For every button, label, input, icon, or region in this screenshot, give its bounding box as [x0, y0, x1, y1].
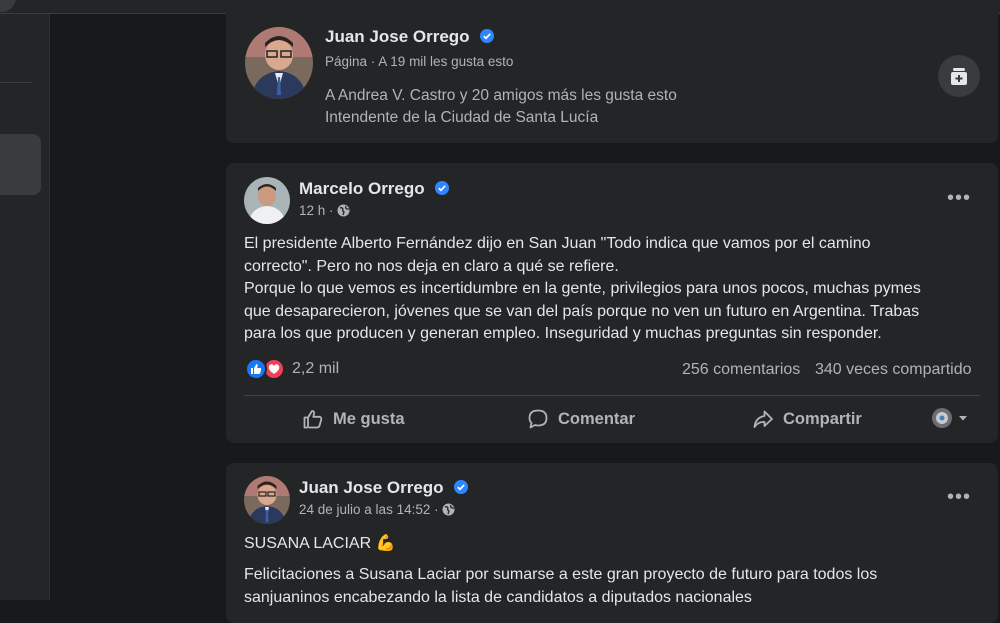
globe-icon [337, 204, 350, 217]
shares-count[interactable]: 340 veces compartido [815, 361, 972, 379]
chevron-down-icon [959, 416, 967, 421]
post-options-button[interactable]: ••• [941, 479, 977, 515]
add-bookmark-button[interactable] [938, 55, 980, 97]
sidebar-selected-item[interactable] [0, 134, 41, 195]
verified-badge-icon [480, 29, 495, 43]
post-author[interactable]: Juan Jose Orrego [299, 478, 469, 498]
author-avatar[interactable] [244, 476, 290, 524]
page-name[interactable]: Juan Jose Orrego [325, 27, 495, 47]
globe-icon [442, 503, 455, 516]
verified-badge-icon [454, 480, 469, 494]
post-text-line: Felicitaciones a Susana Laciar por sumar… [244, 566, 878, 583]
share-button[interactable]: Compartir [752, 408, 862, 430]
sidebar-divider [0, 82, 32, 83]
add-bookmark-icon [951, 68, 967, 85]
post-card: Juan Jose Orrego 24 de julio a las 14:52… [226, 463, 998, 623]
page-role-text: Intendente de la Ciudad de Santa Lucía [325, 109, 599, 126]
post-text: Felicitaciones a Susana Laciar por sumar… [244, 564, 877, 609]
post-text-line: para los que producen y generan empleo. … [244, 325, 882, 343]
post-text-line: correcto". Pero no nos deja en claro a q… [244, 257, 619, 275]
comments-count[interactable]: 256 comentarios [682, 361, 800, 379]
post-text-line: sanjuaninos encabezando la lista de cand… [244, 588, 752, 606]
nav-button[interactable] [0, 0, 16, 12]
post-text-line: que desaparecieron, jóvenes que se van d… [244, 302, 920, 320]
page-info-card: Juan Jose Orrego Página · A 19 mil les g… [226, 0, 998, 143]
like-icon [303, 410, 323, 429]
post-text-line: El presidente Alberto Fernández dijo en … [244, 235, 871, 252]
verified-badge-icon [435, 181, 450, 195]
post-text: El presidente Alberto Fernández dijo en … [244, 233, 921, 346]
comment-label[interactable]: Comentar [558, 410, 635, 429]
post-author-text[interactable]: Juan Jose Orrego [299, 478, 444, 497]
author-avatar[interactable] [244, 177, 290, 224]
profile-avatar-icon [932, 408, 952, 428]
react-as-selector[interactable] [931, 407, 969, 429]
post-timestamp[interactable]: 12 h · [299, 203, 350, 218]
page-avatar[interactable] [245, 27, 313, 99]
post-timestamp[interactable]: 24 de julio a las 14:52 · [299, 502, 455, 517]
post-options-button[interactable]: ••• [941, 180, 977, 216]
comment-icon [528, 409, 548, 429]
page-name-text[interactable]: Juan Jose Orrego [325, 27, 470, 46]
post-author[interactable]: Marcelo Orrego [299, 179, 450, 199]
reactions-count[interactable]: 2,2 mil [292, 360, 339, 378]
post-time-text[interactable]: 12 h · [299, 203, 334, 218]
post-card: Marcelo Orrego 12 h · ••• El presidente … [226, 163, 998, 443]
comment-button[interactable]: Comentar [527, 408, 635, 430]
post-author-text[interactable]: Marcelo Orrego [299, 179, 425, 198]
like-reaction-icon [245, 358, 267, 380]
like-label[interactable]: Me gusta [333, 410, 405, 429]
share-label[interactable]: Compartir [783, 410, 862, 429]
left-sidebar [0, 14, 50, 600]
post-divider [244, 395, 980, 396]
like-button[interactable]: Me gusta [302, 408, 405, 430]
post-headline: SUSANA LACIAR 💪 [244, 535, 396, 552]
share-icon [753, 410, 773, 428]
post-time-text[interactable]: 24 de julio a las 14:52 · [299, 502, 439, 517]
friends-like-text: A Andrea V. Castro y 20 amigos más les g… [325, 87, 677, 104]
reactions-summary[interactable]: 2,2 mil [245, 358, 339, 380]
post-text-line: Porque lo que vemos es incertidumbre en … [244, 280, 921, 298]
page-subtitle: Página · A 19 mil les gusta esto [325, 54, 514, 69]
